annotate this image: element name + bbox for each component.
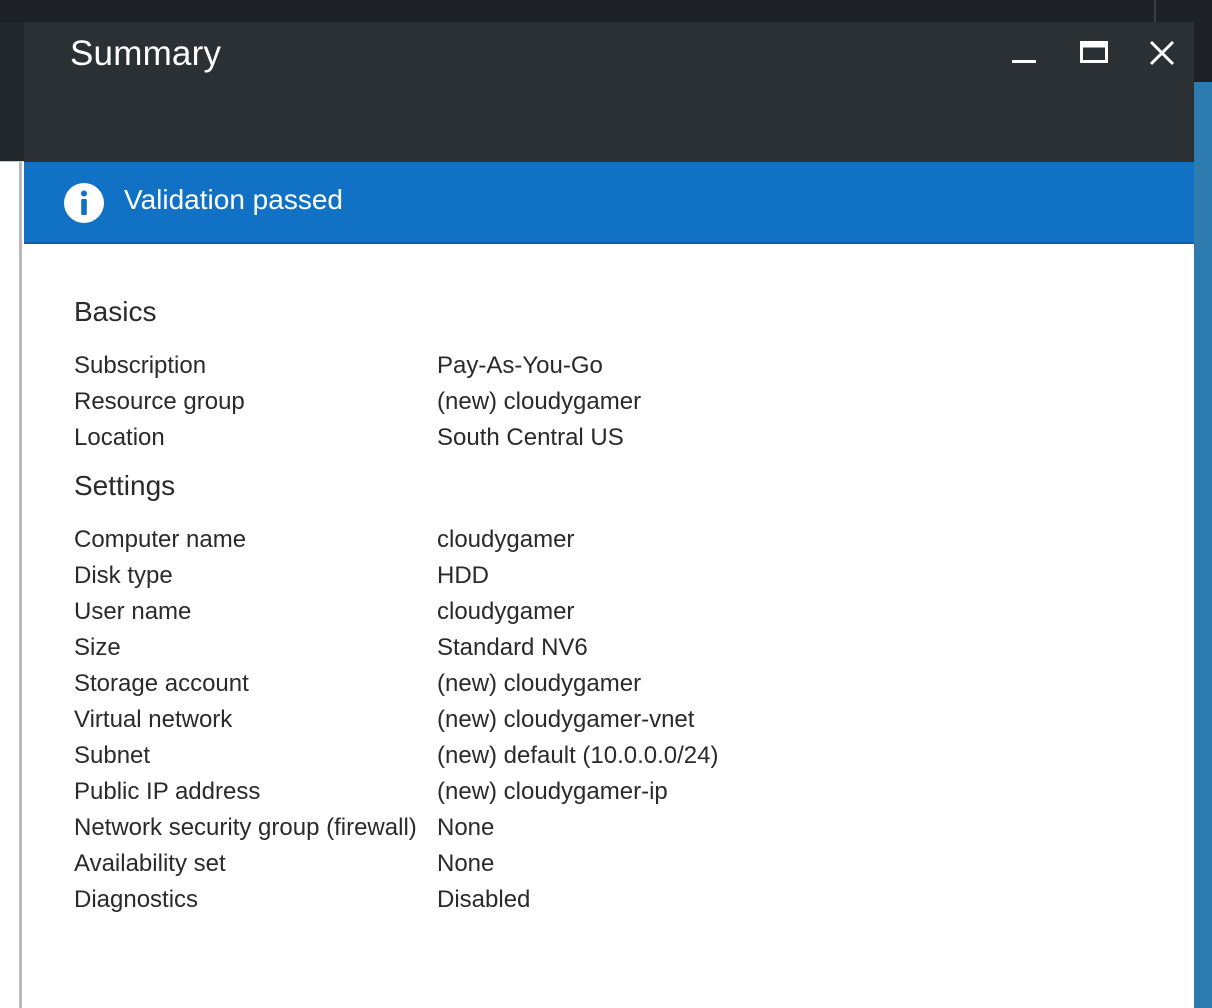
- field-value: (new) cloudygamer-vnet: [437, 706, 695, 733]
- field-label: Diagnostics: [74, 886, 199, 913]
- list-item: Virtual network (new) cloudygamer-vnet: [74, 702, 1174, 738]
- close-icon: [1149, 40, 1175, 66]
- field-value: (new) cloudygamer: [437, 388, 642, 415]
- info-icon: [64, 183, 104, 223]
- field-label: Disk type: [74, 562, 173, 589]
- field-label: Public IP address: [74, 778, 261, 805]
- field-value: cloudygamer: [437, 598, 575, 625]
- summary-blade: Summary Validation passed Basics Subscri…: [24, 22, 1194, 1008]
- field-label: Subnet: [74, 742, 151, 769]
- field-value: cloudygamer: [437, 526, 575, 553]
- field-label: Subscription: [74, 352, 207, 379]
- field-value: South Central US: [437, 424, 624, 451]
- list-item: Size Standard NV6: [74, 630, 1174, 666]
- summary-content: Basics Subscription Pay-As-You-Go Resour…: [74, 292, 1174, 918]
- basics-list: Subscription Pay-As-You-Go Resource grou…: [74, 348, 1174, 456]
- close-button[interactable]: [1142, 34, 1182, 74]
- field-value: Disabled: [437, 886, 531, 913]
- section-title-settings: Settings: [74, 470, 176, 501]
- list-item: Resource group (new) cloudygamer: [74, 384, 1174, 420]
- list-item: User name cloudygamer: [74, 594, 1174, 630]
- field-label: Network security group (firewall): [74, 814, 417, 841]
- section-title-basics: Basics: [74, 296, 157, 327]
- blade-title: Summary: [70, 34, 222, 73]
- portal-top-bar: [0, 0, 1212, 22]
- maximize-button[interactable]: [1074, 34, 1114, 74]
- field-value: (new) default (10.0.0.0/24): [437, 742, 719, 769]
- validation-banner: Validation passed: [24, 162, 1194, 244]
- minimize-button[interactable]: [1004, 34, 1044, 74]
- list-item: Computer name cloudygamer: [74, 522, 1174, 558]
- list-item: Network security group (firewall) None: [74, 810, 1174, 846]
- field-label: Size: [74, 634, 121, 661]
- previous-blade-border: [19, 162, 22, 1008]
- field-value: (new) cloudygamer-ip: [437, 778, 668, 805]
- field-label: Storage account: [74, 670, 249, 697]
- next-blade-header: [1194, 22, 1212, 82]
- blade-header: Summary: [24, 22, 1194, 162]
- previous-blade-header: [0, 22, 24, 162]
- field-label: Computer name: [74, 526, 247, 553]
- field-label: Virtual network: [74, 706, 233, 733]
- field-label: Location: [74, 424, 165, 451]
- field-value: Pay-As-You-Go: [437, 352, 603, 379]
- maximize-icon: [1080, 41, 1108, 63]
- field-value: Standard NV6: [437, 634, 588, 661]
- top-bar-divider: [1154, 0, 1156, 22]
- field-label: Resource group: [74, 388, 245, 415]
- field-value: None: [437, 850, 495, 877]
- list-item: Subscription Pay-As-You-Go: [74, 348, 1174, 384]
- settings-list: Computer name cloudygamer Disk type HDD …: [74, 522, 1174, 918]
- field-label: Availability set: [74, 850, 226, 877]
- minimize-icon: [1012, 60, 1036, 63]
- list-item: Diagnostics Disabled: [74, 882, 1174, 918]
- list-item: Public IP address (new) cloudygamer-ip: [74, 774, 1174, 810]
- list-item: Location South Central US: [74, 420, 1174, 456]
- field-value: (new) cloudygamer: [437, 670, 642, 697]
- list-item: Availability set None: [74, 846, 1174, 882]
- validation-message: Validation passed: [124, 184, 343, 215]
- list-item: Storage account (new) cloudygamer: [74, 666, 1174, 702]
- previous-blade-edge: [0, 22, 24, 1008]
- field-value: None: [437, 814, 495, 841]
- next-blade-edge: [1194, 22, 1212, 1008]
- field-label: User name: [74, 598, 192, 625]
- field-value: HDD: [437, 562, 489, 589]
- list-item: Subnet (new) default (10.0.0.0/24): [74, 738, 1174, 774]
- list-item: Disk type HDD: [74, 558, 1174, 594]
